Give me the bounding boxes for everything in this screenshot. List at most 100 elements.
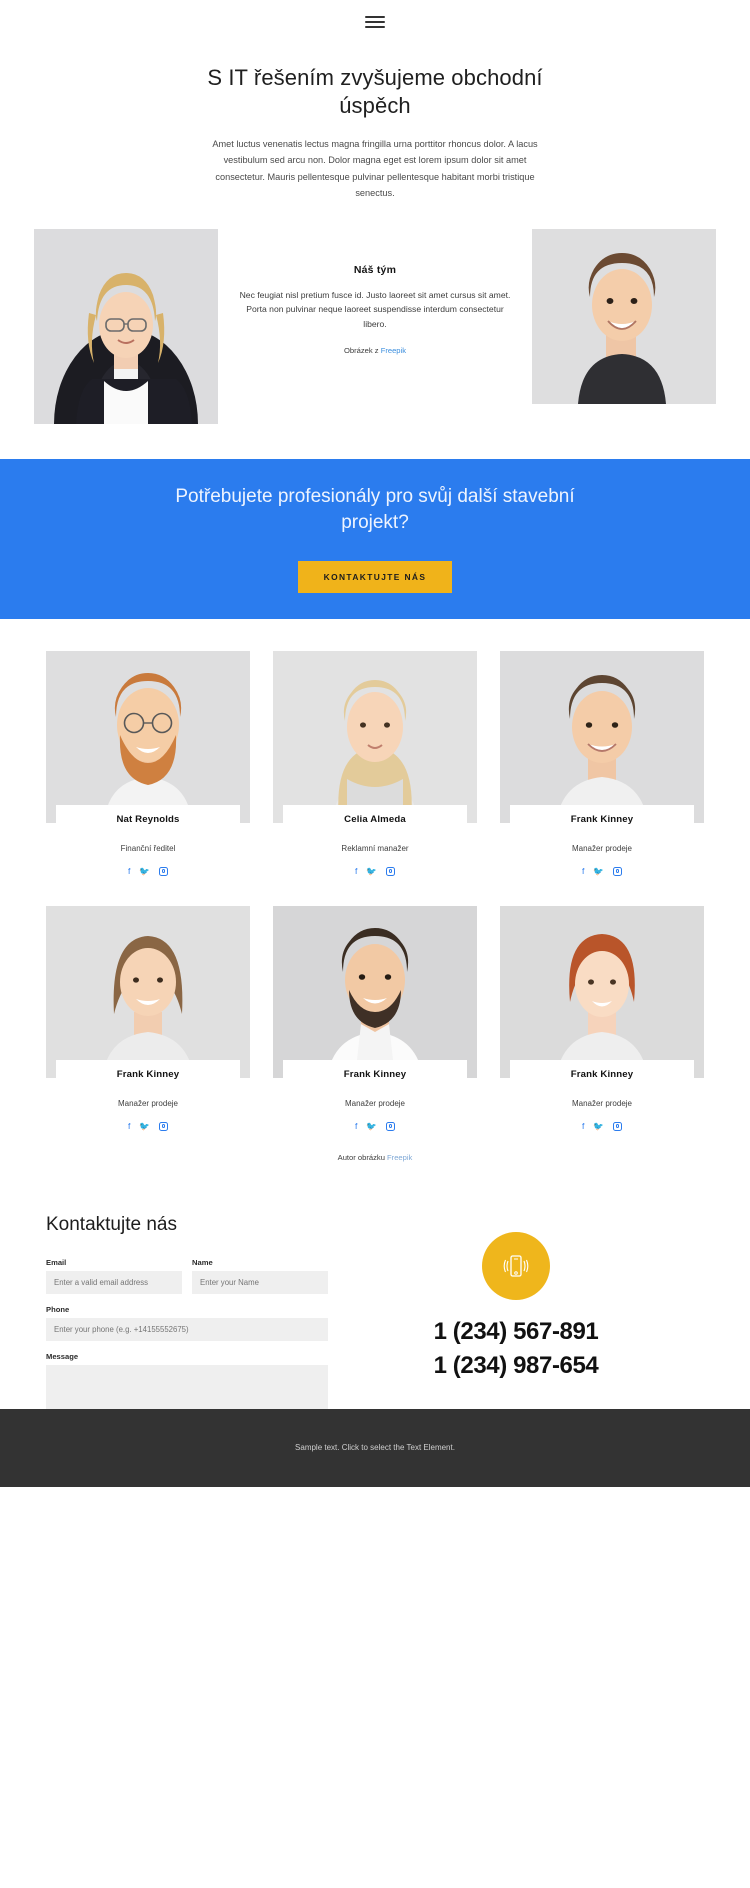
blonde-woman-image — [273, 650, 477, 823]
contact-title: Kontaktujte nás — [46, 1213, 177, 1235]
freepik-link[interactable]: Freepik — [381, 346, 406, 355]
site-footer: Sample text. Click to select the Text El… — [0, 1408, 750, 1487]
page-root: S IT řešením zvyšujeme obchodní úspěch A… — [0, 0, 750, 1487]
twitter-icon[interactable]: 🐦 — [366, 1121, 377, 1131]
message-label: Message — [46, 1351, 79, 1361]
man-in-shirt-image — [273, 905, 477, 1078]
team-member-role: Manažer prodeje — [117, 1098, 179, 1108]
team-card[interactable]: Nat Reynolds Finanční ředitel f 🐦 — [46, 650, 250, 876]
social-links: f 🐦 — [46, 1121, 250, 1131]
twitter-icon[interactable]: 🐦 — [366, 866, 377, 876]
cta-title: Potřebujete profesionály pro svůj další … — [175, 486, 575, 533]
phone-glyph — [503, 1255, 529, 1277]
team-member-name: Nat Reynolds — [116, 813, 180, 825]
team-member-role: Manažer prodeje — [344, 1098, 406, 1108]
team-intro-copy: Náš tým Nec feugiat nisl pretium fusce i… — [236, 264, 514, 355]
name-group: Name — [192, 1258, 328, 1294]
phone-group: Phone — [46, 1305, 328, 1341]
team-member-name-plate: Frank Kinney — [56, 1059, 240, 1087]
page-title: S IT řešením zvyšujeme obchodní úspěch — [207, 65, 543, 119]
team-card[interactable]: Frank Kinney Manažer prodeje f 🐦 — [500, 905, 704, 1131]
instagram-icon[interactable] — [385, 1121, 395, 1131]
team-member-photo — [500, 905, 704, 1078]
team-member-name: Celia Almeda — [344, 813, 406, 825]
team-member-name-plate: Frank Kinney — [510, 1059, 694, 1087]
team-intro-paragraph: Nec feugiat nisl pretium fusce id. Justo… — [239, 289, 511, 329]
email-name-row: Email Name — [46, 1258, 328, 1305]
hero-section: S IT řešením zvyšujeme obchodní úspěch A… — [0, 44, 750, 201]
team-card[interactable]: Celia Almeda Reklamní manažer f 🐦 — [273, 650, 477, 876]
team-photo-right — [532, 228, 716, 404]
social-links: f 🐦 — [46, 866, 250, 876]
team-member-name-plate: Nat Reynolds — [56, 804, 240, 832]
facebook-icon[interactable]: f — [128, 1121, 130, 1131]
grid-credit-prefix: Autor obrázku — [337, 1152, 388, 1162]
man-portrait-image — [532, 228, 716, 404]
team-member-photo — [273, 905, 477, 1078]
site-header — [0, 0, 750, 44]
team-member-role: Finanční ředitel — [120, 843, 176, 853]
team-intro-section: Náš tým Nec feugiat nisl pretium fusce i… — [0, 228, 750, 429]
grid-image-credit: Autor obrázku Freepik — [46, 1153, 704, 1162]
social-links: f 🐦 — [500, 866, 704, 876]
email-group: Email — [46, 1258, 182, 1294]
team-member-name: Frank Kinney — [116, 1068, 180, 1080]
team-card[interactable]: Frank Kinney Manažer prodeje f 🐦 — [500, 650, 704, 876]
social-links: f 🐦 — [273, 866, 477, 876]
team-card[interactable]: Frank Kinney Manažer prodeje f 🐦 — [46, 905, 250, 1131]
email-label: Email — [46, 1257, 67, 1267]
team-member-name: Frank Kinney — [570, 1068, 634, 1080]
instagram-icon[interactable] — [158, 1121, 168, 1131]
footer-text[interactable]: Sample text. Click to select the Text El… — [295, 1443, 455, 1452]
twitter-icon[interactable]: 🐦 — [593, 1121, 604, 1131]
redhead-woman-image — [500, 905, 704, 1078]
burger-line — [365, 21, 385, 23]
image-credit-prefix: Obrázek z — [343, 345, 381, 355]
instagram-icon[interactable] — [612, 866, 622, 876]
team-member-photo — [46, 650, 250, 823]
team-card[interactable]: Frank Kinney Manažer prodeje f 🐦 — [273, 905, 477, 1131]
short-hair-woman-image — [46, 905, 250, 1078]
team-member-name: Frank Kinney — [570, 813, 634, 825]
team-member-role: Manažer prodeje — [571, 1098, 633, 1108]
facebook-icon[interactable]: f — [355, 866, 357, 876]
facebook-icon[interactable]: f — [582, 1121, 584, 1131]
team-member-photo — [500, 650, 704, 823]
phone-field[interactable] — [46, 1317, 328, 1341]
cta-banner: Potřebujete profesionály pro svůj další … — [0, 458, 750, 619]
young-man-image — [500, 650, 704, 823]
team-grid-section: Nat Reynolds Finanční ředitel f 🐦 Celia … — [0, 619, 750, 1162]
freepik-link[interactable]: Freepik — [387, 1153, 412, 1162]
social-links: f 🐦 — [273, 1121, 477, 1131]
team-member-name: Frank Kinney — [343, 1068, 407, 1080]
twitter-icon[interactable]: 🐦 — [593, 866, 604, 876]
contact-us-button[interactable]: KONTAKTUJTE NÁS — [297, 561, 453, 594]
team-member-name-plate: Frank Kinney — [510, 804, 694, 832]
team-photo-left — [34, 228, 218, 424]
facebook-icon[interactable]: f — [128, 866, 130, 876]
phone-number-primary[interactable]: 1 (234) 567-891 — [434, 1318, 599, 1346]
hero-paragraph: Amet luctus venenatis lectus magna fring… — [212, 139, 538, 198]
image-credit: Obrázek z Freepik — [236, 346, 514, 355]
burger-line — [365, 26, 385, 28]
instagram-icon[interactable] — [158, 866, 168, 876]
facebook-icon[interactable]: f — [582, 866, 584, 876]
team-member-photo — [46, 905, 250, 1078]
twitter-icon[interactable]: 🐦 — [139, 866, 150, 876]
bearded-man-image — [46, 650, 250, 823]
instagram-icon[interactable] — [612, 1121, 622, 1131]
team-member-name-plate: Frank Kinney — [283, 1059, 467, 1087]
name-label: Name — [192, 1257, 213, 1267]
phone-number-secondary[interactable]: 1 (234) 987-654 — [434, 1352, 599, 1380]
social-links: f 🐦 — [500, 1121, 704, 1131]
instagram-icon[interactable] — [385, 866, 395, 876]
facebook-icon[interactable]: f — [355, 1121, 357, 1131]
hamburger-menu-icon[interactable] — [365, 16, 385, 28]
twitter-icon[interactable]: 🐦 — [139, 1121, 150, 1131]
team-member-photo — [273, 650, 477, 823]
name-field[interactable] — [192, 1270, 328, 1294]
burger-line — [365, 16, 385, 18]
email-field[interactable] — [46, 1270, 182, 1294]
phone-label: Phone — [46, 1304, 70, 1314]
mobile-phone-ringing-icon — [482, 1231, 550, 1300]
